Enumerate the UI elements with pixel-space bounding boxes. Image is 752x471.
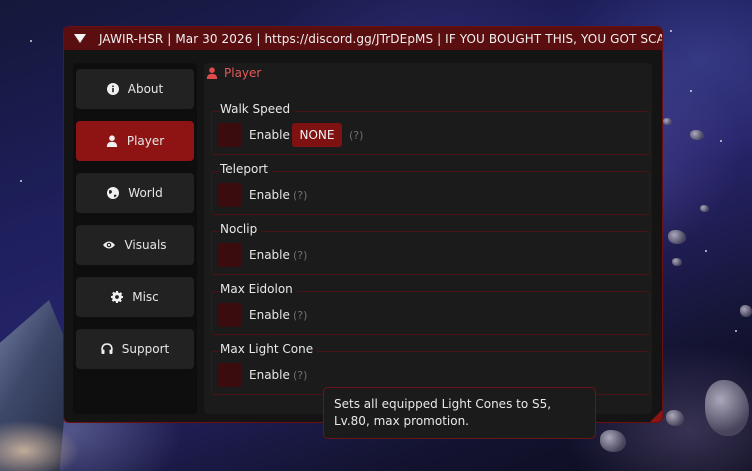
sidebar-item-label: Visuals (124, 238, 167, 252)
eye-icon (103, 241, 116, 249)
resize-grip[interactable] (650, 410, 662, 422)
noclip-group: Noclip Enable (?) (211, 222, 650, 275)
enable-label: Enable (249, 368, 290, 382)
enable-label: Enable (249, 248, 290, 262)
help-marker[interactable]: (?) (293, 249, 307, 262)
sidebar-item-label: Player (126, 134, 165, 148)
max-eidolon-group: Max Eidolon Enable (?) (211, 282, 650, 335)
sidebar-item-label: Misc (132, 290, 159, 304)
tooltip: Sets all equipped Light Cones to S5, Lv.… (323, 387, 596, 439)
group-title: Noclip (220, 222, 262, 236)
sidebar-item-support[interactable]: Support (76, 329, 194, 369)
teleport-group: Teleport Enable (?) (211, 162, 650, 215)
sidebar-item-about[interactable]: About (76, 69, 194, 109)
enable-label: Enable (249, 128, 290, 142)
globe-icon (107, 187, 120, 199)
teleport-enable-checkbox[interactable] (218, 183, 242, 207)
group-title: Teleport (220, 162, 272, 176)
help-marker[interactable]: (?) (293, 369, 307, 382)
walk-speed-hotkey-button[interactable]: NONE (292, 123, 342, 147)
max-light-cone-enable-checkbox[interactable] (218, 363, 242, 387)
user-icon (206, 67, 218, 79)
sidebar-item-misc[interactable]: Misc (76, 277, 194, 317)
group-title: Max Eidolon (220, 282, 297, 296)
help-marker[interactable]: (?) (293, 309, 307, 322)
cheat-menu-window: JAWIR-HSR | Mar 30 2026 | https://discor… (63, 26, 663, 423)
help-marker[interactable]: (?) (293, 189, 307, 202)
walk-speed-group: Walk Speed Enable NONE (?) (211, 102, 650, 155)
sidebar: About Player World Visuals Misc Support (73, 63, 197, 414)
enable-label: Enable (249, 188, 290, 202)
group-title: Walk Speed (220, 102, 295, 116)
section-title: Player (224, 66, 262, 80)
sidebar-item-label: About (127, 82, 164, 96)
walk-speed-enable-checkbox[interactable] (218, 123, 242, 147)
gear-icon (111, 291, 124, 303)
sidebar-item-world[interactable]: World (76, 173, 194, 213)
sidebar-item-label: World (128, 186, 163, 200)
sidebar-item-label: Support (121, 342, 170, 356)
max-eidolon-enable-checkbox[interactable] (218, 303, 242, 327)
noclip-enable-checkbox[interactable] (218, 243, 242, 267)
group-title: Max Light Cone (220, 342, 318, 356)
player-panel: Player Walk Speed Enable NONE (?) Telepo… (204, 63, 652, 414)
title-bar[interactable]: JAWIR-HSR | Mar 30 2026 | https://discor… (64, 27, 662, 50)
user-icon (106, 135, 118, 147)
info-icon (106, 83, 119, 95)
sidebar-item-visuals[interactable]: Visuals (76, 225, 194, 265)
sidebar-item-player[interactable]: Player (76, 121, 194, 161)
headset-icon (101, 343, 113, 354)
background-glow (0, 420, 80, 471)
section-header: Player (206, 65, 261, 81)
help-marker[interactable]: (?) (349, 129, 363, 142)
window-title: JAWIR-HSR | Mar 30 2026 | https://discor… (99, 31, 663, 46)
collapse-arrow-icon[interactable] (74, 34, 86, 43)
enable-label: Enable (249, 308, 290, 322)
